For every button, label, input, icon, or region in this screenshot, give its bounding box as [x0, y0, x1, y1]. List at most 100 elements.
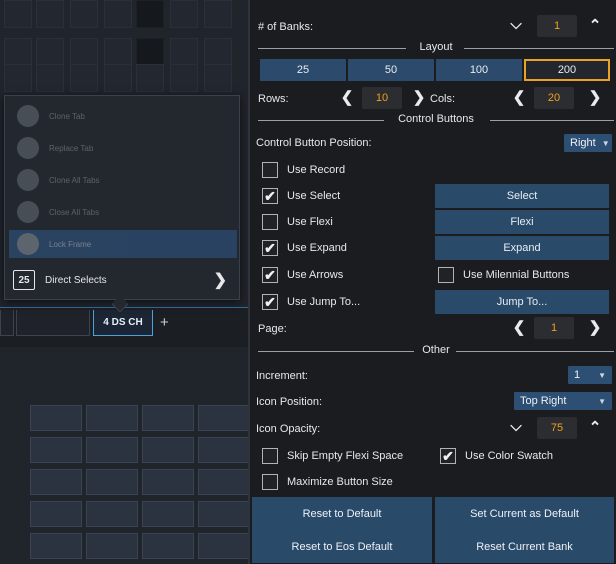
icon-position-dropdown[interactable]: Top Right ▼ [514, 392, 612, 410]
reset-current-bank-button[interactable]: Reset Current Bank [435, 530, 614, 563]
maximize-button-option[interactable]: Maximize Button Size [262, 473, 393, 491]
maximize-button-label: Maximize Button Size [287, 476, 393, 488]
background-channel-button [198, 405, 248, 431]
background-channel-button [142, 533, 194, 559]
checkbox-checked[interactable]: ✔ [262, 188, 278, 204]
grid-cell [36, 38, 64, 66]
background-channel-button [30, 501, 82, 527]
background-channel-button [142, 501, 194, 527]
add-tab-button[interactable]: + [160, 314, 169, 331]
grid-cell [170, 0, 198, 28]
cols-value[interactable]: 20 [534, 87, 574, 109]
popup-item-label: Clone All Tabs [49, 175, 100, 185]
reset-to-eos-default-button[interactable]: Reset to Eos Default [252, 530, 432, 563]
reset-to-default-button[interactable]: Reset to Default [252, 497, 432, 530]
grid-cell [70, 64, 98, 92]
icon-opacity-value[interactable]: 75 [537, 417, 577, 439]
checkbox-checked[interactable]: ✔ [262, 240, 278, 256]
tab-partial[interactable] [0, 310, 14, 336]
circle-icon [17, 201, 39, 223]
popup-item-label: Clone Tab [49, 111, 85, 121]
direct-selects-icon: 25 [13, 270, 35, 290]
banks-decrement-button[interactable]: ⌵ [507, 16, 525, 33]
skip-empty-option[interactable]: Skip Empty Flexi Space [262, 447, 403, 465]
tab-active[interactable]: 4 DS CH [93, 310, 153, 336]
dropdown-value: 1 [574, 369, 581, 381]
cols-increment-button[interactable]: ❯ [586, 88, 604, 106]
background-channel-button [198, 469, 248, 495]
use-jump-to-option[interactable]: ✔ Use Jump To... [262, 293, 360, 311]
popup-item-replace-tab[interactable]: Replace Tab [9, 134, 237, 162]
checkbox[interactable] [438, 267, 454, 283]
caret-down-icon: ▼ [601, 138, 610, 148]
tab-hidden[interactable] [16, 310, 90, 336]
num-banks-value[interactable]: 1 [537, 15, 577, 37]
layout-option-100[interactable]: 100 [436, 59, 522, 81]
grid-cell [136, 38, 164, 66]
divider [464, 48, 614, 49]
rows-label: Rows: [258, 93, 289, 105]
popup-item-lock-frame[interactable]: Lock Frame [9, 230, 237, 258]
icon-position-label: Icon Position: [256, 396, 323, 408]
use-color-swatch-label: Use Color Swatch [465, 450, 554, 462]
checkbox-checked[interactable]: ✔ [262, 294, 278, 310]
opacity-decrement-button[interactable]: ⌵ [507, 418, 525, 435]
background-channel-button [198, 437, 248, 463]
checkbox-checked[interactable]: ✔ [440, 448, 456, 464]
increment-dropdown[interactable]: 1 ▼ [568, 366, 612, 384]
page-next-button[interactable]: ❯ [586, 318, 604, 336]
set-current-as-default-button[interactable]: Set Current as Default [435, 497, 614, 530]
layout-option-25[interactable]: 25 [260, 59, 346, 81]
page-prev-button[interactable]: ❮ [510, 318, 528, 336]
direct-selects-item[interactable]: 25 Direct Selects ❯ [9, 266, 237, 294]
use-flexi-option[interactable]: Use Flexi [262, 213, 333, 231]
background-channel-button [86, 533, 138, 559]
cols-decrement-button[interactable]: ❮ [510, 88, 528, 106]
tab-bar: 4 DS CH + [0, 307, 248, 347]
checkbox[interactable] [262, 448, 278, 464]
checkbox-checked[interactable]: ✔ [262, 267, 278, 283]
grid-cell [204, 0, 232, 28]
popup-item-clone-all[interactable]: Clone All Tabs [9, 166, 237, 194]
background-channel-button [30, 437, 82, 463]
rows-increment-button[interactable]: ❯ [410, 88, 428, 106]
direct-selects-background: 4 DS CH + Clone Tab Replace Tab Clone Al… [0, 0, 248, 564]
settings-panel: # of Banks: ⌵ 1 ⌃ Layout 25 50 100 200 R… [248, 0, 616, 564]
select-button[interactable]: Select [435, 184, 609, 208]
control-button-position-dropdown[interactable]: Right ▼ [564, 134, 612, 152]
checkbox[interactable] [262, 474, 278, 490]
opacity-increment-button[interactable]: ⌃ [586, 418, 604, 436]
circle-icon [17, 137, 39, 159]
layout-option-200[interactable]: 200 [524, 59, 610, 81]
circle-icon [17, 105, 39, 127]
expand-button[interactable]: Expand [435, 236, 609, 260]
lock-icon [17, 233, 39, 255]
page-label: Page: [258, 323, 287, 335]
grid-cell [36, 64, 64, 92]
popup-item-clone-tab[interactable]: Clone Tab [9, 102, 237, 130]
checkbox[interactable] [262, 162, 278, 178]
layout-option-50[interactable]: 50 [348, 59, 434, 81]
use-milennial-option[interactable]: Use Milennial Buttons [438, 266, 569, 284]
grid-cell [104, 38, 132, 66]
flexi-button[interactable]: Flexi [435, 210, 609, 234]
grid-cell [36, 0, 64, 28]
banks-increment-button[interactable]: ⌃ [586, 16, 604, 34]
use-record-option[interactable]: Use Record [262, 161, 345, 179]
popup-item-label: Replace Tab [49, 143, 94, 153]
checkbox[interactable] [262, 214, 278, 230]
use-arrows-option[interactable]: ✔ Use Arrows [262, 266, 343, 284]
jump-to-button[interactable]: Jump To... [435, 290, 609, 314]
use-flexi-label: Use Flexi [287, 216, 333, 228]
caret-down-icon: ▼ [598, 396, 606, 406]
section-title: Other [422, 344, 450, 356]
use-expand-option[interactable]: ✔ Use Expand [262, 239, 347, 257]
popup-item-close-all[interactable]: Close All Tabs [9, 198, 237, 226]
use-color-swatch-option[interactable]: ✔ Use Color Swatch [440, 447, 553, 465]
rows-value[interactable]: 10 [362, 87, 402, 109]
rows-decrement-button[interactable]: ❮ [338, 88, 356, 106]
grid-cell [170, 64, 198, 92]
caret-down-icon: ▼ [598, 370, 606, 380]
use-select-option[interactable]: ✔ Use Select [262, 187, 340, 205]
page-value[interactable]: 1 [534, 317, 574, 339]
